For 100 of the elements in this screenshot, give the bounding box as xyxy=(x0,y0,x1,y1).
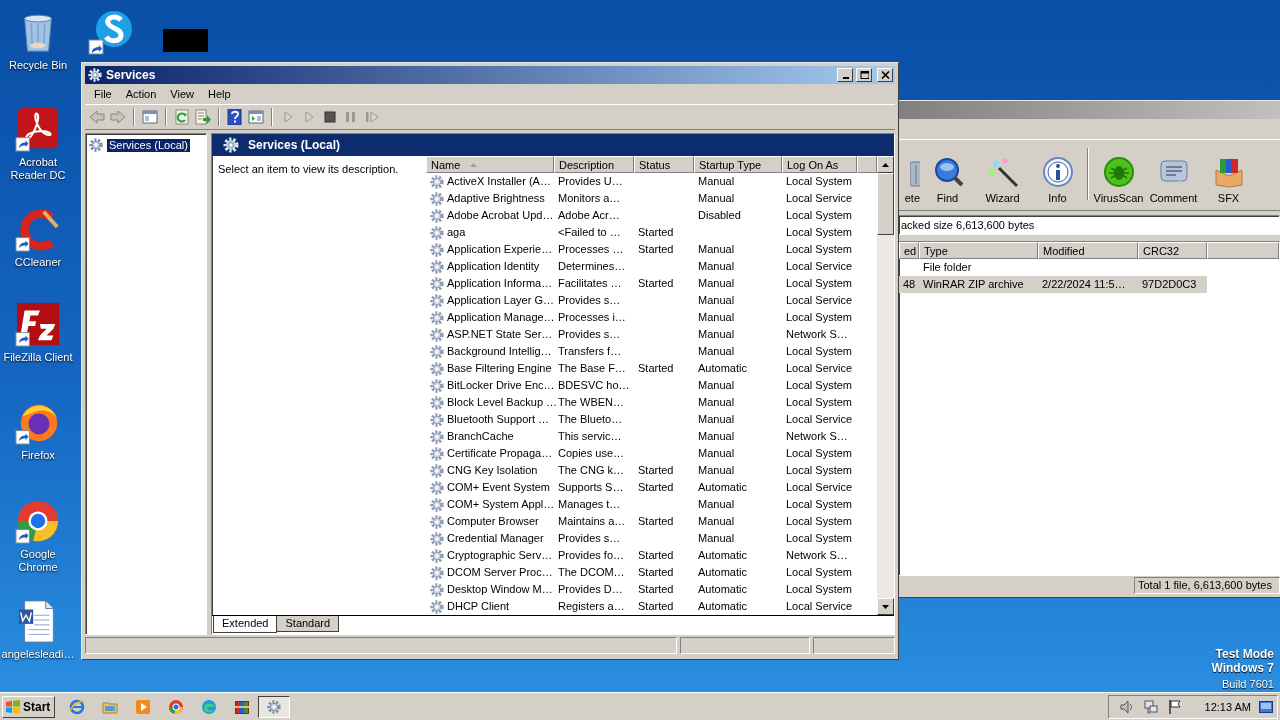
table-cell-text: Manual xyxy=(697,395,736,410)
windows-flag-icon xyxy=(5,698,21,715)
desktop-icon-label[interactable]: Recycle Bin xyxy=(0,59,76,72)
network-icon[interactable] xyxy=(1142,698,1159,715)
table-cell-text: Manual xyxy=(697,327,736,342)
column-header[interactable]: Name xyxy=(426,156,554,173)
table-cell-text: This servic… xyxy=(557,429,623,444)
help-icon[interactable] xyxy=(227,109,243,125)
clock[interactable]: 12:13 AM xyxy=(1204,700,1251,713)
service-name[interactable]: Application Experie… xyxy=(447,241,553,258)
show-desktop-icon[interactable] xyxy=(1259,700,1273,713)
service-name[interactable]: Base Filtering Engine xyxy=(447,360,552,377)
service-name[interactable]: Adaptive Brightness xyxy=(447,190,545,207)
column-header[interactable]: Status xyxy=(634,156,694,173)
maximize-button[interactable] xyxy=(856,68,872,82)
toolbar-button[interactable]: Find xyxy=(920,156,975,204)
scroll-down-button[interactable] xyxy=(877,598,894,615)
service-name[interactable]: Application Manage… xyxy=(447,309,555,326)
close-button[interactable] xyxy=(877,68,893,82)
service-name[interactable]: COM+ System Appl… xyxy=(447,496,555,513)
toolbar-button[interactable]: Wizard xyxy=(975,156,1030,204)
service-name[interactable]: ActiveX Installer (A… xyxy=(447,173,551,190)
table-cell-text: Local Service xyxy=(785,191,854,206)
desktop-icon-label[interactable]: angelesleadi… xyxy=(0,648,76,661)
ftp-client-icon[interactable] xyxy=(15,300,61,348)
menu-item[interactable]: Action xyxy=(118,88,164,100)
menu-item[interactable]: Help xyxy=(200,88,238,100)
service-name[interactable]: Application Identity xyxy=(447,258,540,275)
service-name[interactable]: Certificate Propaga… xyxy=(447,445,553,462)
service-name[interactable]: Bluetooth Support … xyxy=(447,411,550,428)
gear-icon xyxy=(429,445,445,462)
desktop-icon-label[interactable]: Firefox xyxy=(0,449,76,462)
service-name[interactable]: Block Level Backup … xyxy=(447,394,558,411)
service-name[interactable]: Background Intellig… xyxy=(447,343,552,360)
column-header[interactable]: CRC32 xyxy=(1138,242,1207,259)
speaker-icon[interactable] xyxy=(1118,698,1135,715)
flag-icon[interactable] xyxy=(1166,698,1183,715)
table-cell-text: Local Service xyxy=(785,259,854,274)
column-header[interactable]: ed xyxy=(899,242,919,259)
column-header[interactable]: Description xyxy=(554,156,634,173)
table-cell-text: Processes … xyxy=(557,242,625,257)
service-name[interactable]: DCOM Server Proc… xyxy=(447,564,553,581)
scroll-thumb[interactable] xyxy=(877,173,894,235)
service-name[interactable]: Application Informa… xyxy=(447,275,553,292)
taskbar-button[interactable] xyxy=(258,695,291,718)
table-cell-text: 48 xyxy=(902,277,917,292)
service-name[interactable]: DHCP Client xyxy=(447,598,510,615)
desktop-icon-label[interactable]: FileZilla Client xyxy=(0,351,76,364)
service-name[interactable]: Cryptographic Serv… xyxy=(447,547,553,564)
service-name[interactable]: Adobe Acrobat Upd… xyxy=(447,207,554,224)
toolbar-button[interactable]: SFX xyxy=(1201,156,1256,204)
toolbar-button[interactable]: Info xyxy=(1030,156,1085,204)
service-name[interactable]: Application Layer G… xyxy=(447,292,554,309)
service-name[interactable]: COM+ Event System xyxy=(447,479,550,496)
table-cell-text: Manual xyxy=(697,191,736,206)
archive-icon[interactable] xyxy=(234,698,251,715)
browser-icon[interactable] xyxy=(69,698,86,715)
table-cell-text: Automatic xyxy=(697,582,748,597)
menu-item[interactable]: View xyxy=(163,88,201,100)
export-list-icon[interactable] xyxy=(195,109,211,125)
tab[interactable]: Standard xyxy=(276,616,340,632)
stop-icon[interactable] xyxy=(322,109,338,125)
tree-item[interactable]: Services (Local) xyxy=(107,138,190,152)
gear-icon xyxy=(429,275,445,292)
service-name[interactable]: ASP.NET State Ser… xyxy=(447,326,553,343)
service-name[interactable]: Computer Browser xyxy=(447,513,539,530)
pdf-reader-icon[interactable] xyxy=(15,105,61,153)
scroll-up-button[interactable] xyxy=(877,156,894,173)
column-header[interactable]: Type xyxy=(919,242,1038,259)
console-tree-icon[interactable] xyxy=(142,109,158,125)
chrome-icon[interactable] xyxy=(168,698,185,715)
menu-item[interactable]: File xyxy=(87,88,119,100)
toolbar-button[interactable]: Comment xyxy=(1146,156,1201,204)
table-cell-text: Manual xyxy=(697,497,736,512)
info-icon xyxy=(1041,156,1074,188)
start-button[interactable]: Start xyxy=(2,695,56,718)
tab[interactable]: Extended xyxy=(213,616,278,633)
minimize-button[interactable] xyxy=(837,68,853,82)
selected-row[interactable]: 48 WinRAR ZIP archive 2/22/2024 11:5… 97D2D0C3 xyxy=(899,276,1207,293)
service-name[interactable]: aga xyxy=(447,224,466,241)
desktop-icon-label[interactable]: Google Chrome xyxy=(0,548,76,574)
table-cell-text: Local Service xyxy=(785,412,854,427)
column-header[interactable]: Startup Type xyxy=(694,156,782,173)
service-name[interactable]: CNG Key Isolation xyxy=(447,462,538,479)
column-header[interactable]: Log On As xyxy=(782,156,857,173)
table-cell-text: Manual xyxy=(697,463,736,478)
desktop-icon-label[interactable]: Acrobat Reader DC xyxy=(0,156,76,182)
service-name[interactable]: Desktop Window M… xyxy=(447,581,553,598)
address-field[interactable]: acked size 6,613,600 bytes xyxy=(898,215,1280,235)
service-name[interactable]: Credential Manager xyxy=(447,530,544,547)
gear-icon xyxy=(429,190,445,207)
scrollbar[interactable] xyxy=(877,156,894,615)
properties-pane-icon[interactable] xyxy=(248,109,264,125)
toolbar-button[interactable]: VirusScan xyxy=(1091,156,1146,204)
desktop-icon-label[interactable]: CCleaner xyxy=(0,256,76,269)
service-name[interactable]: BranchCache xyxy=(447,428,514,445)
service-name[interactable]: BitLocker Drive Enc… xyxy=(447,377,555,394)
refresh-icon[interactable] xyxy=(174,109,190,125)
column-header[interactable]: Modified xyxy=(1038,242,1138,259)
toolbar-button[interactable]: ete xyxy=(898,156,920,204)
